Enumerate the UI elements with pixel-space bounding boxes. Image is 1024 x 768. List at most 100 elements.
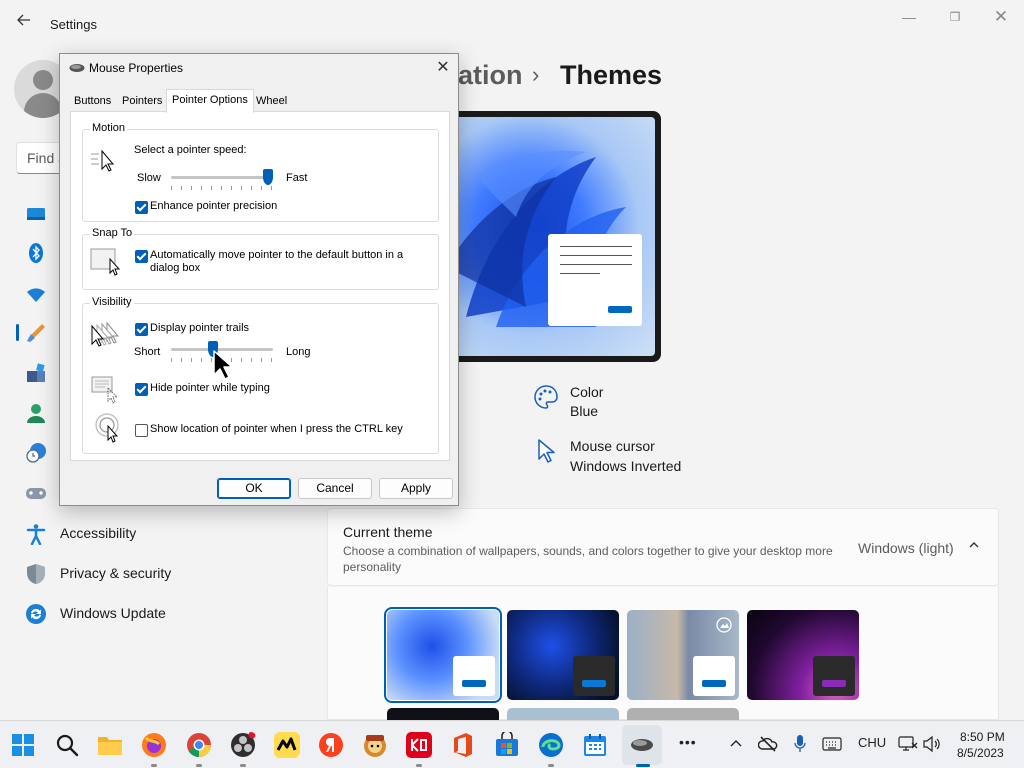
sidebar-item-privacy[interactable]: Privacy & security [16,556,316,592]
color-label[interactable]: Color [570,384,603,400]
running-indicator [240,764,246,767]
sidebar-item-windows-update[interactable]: Windows Update [16,596,316,632]
dialog-title: Mouse Properties [89,61,184,75]
time-language-icon[interactable] [25,442,47,464]
show-location-checkbox[interactable] [135,424,148,437]
tab-wheel[interactable]: Wheel [252,92,291,112]
theme-tile-accent [702,680,726,687]
color-value: Blue [570,403,599,419]
running-indicator [196,764,202,767]
cancel-button[interactable]: Cancel [298,478,372,499]
snap-to-group-title: Snap To [90,227,135,239]
speed-slider-track[interactable] [171,176,273,179]
short-label: Short [134,346,161,358]
apps-icon[interactable] [25,362,47,384]
maximize-button[interactable]: ❐ [932,6,978,28]
system-icon[interactable] [25,204,47,226]
file-explorer-icon[interactable] [97,732,123,758]
calendar-icon[interactable] [582,732,608,758]
volume-icon[interactable] [922,735,942,753]
gaming-icon[interactable] [25,482,47,504]
chevron-up-icon[interactable] [728,736,744,752]
theme-tile-windows-light[interactable] [384,607,502,703]
active-indicator [636,764,650,767]
wifi-icon[interactable] [25,283,47,305]
personalization-icon[interactable] [25,322,47,344]
dialog-close-button[interactable]: ✕ [432,57,454,79]
game-icon[interactable] [362,732,388,758]
onedrive-offline-icon[interactable] [758,735,778,753]
firefox-icon[interactable] [141,732,167,758]
running-indicator [151,764,157,767]
yandex-browser-icon[interactable] [318,732,344,758]
breadcrumb-previous[interactable]: ation [458,60,523,91]
sidebar-item-accessibility[interactable]: Accessibility [16,516,316,552]
search-icon[interactable] [54,732,80,758]
palette-icon [534,385,558,409]
accounts-icon[interactable] [25,402,47,424]
shield-icon [27,564,45,584]
ok-button[interactable]: OK [217,478,291,499]
start-icon[interactable] [10,732,36,758]
running-indicator [548,764,554,767]
current-theme-card[interactable]: Current theme Choose a combination of wa… [327,508,999,586]
preview-line [560,273,600,274]
tab-buttons[interactable]: Buttons [70,92,115,112]
enhance-precision-label[interactable]: Enhance pointer precision [150,200,277,212]
apply-button[interactable]: Apply [379,478,453,499]
show-location-label[interactable]: Show location of pointer when I press th… [150,423,403,435]
update-icon [26,604,46,624]
tab-pointers[interactable]: Pointers [118,92,166,112]
speed-slider-thumb[interactable] [263,169,273,185]
back-button[interactable] [12,12,36,36]
pointer-trails-label[interactable]: Display pointer trails [150,322,249,334]
motion-group-title: Motion [90,122,128,134]
snap-to-group: Snap To Automatically move pointer to th… [82,227,439,290]
theme-tile-glow[interactable] [627,610,739,700]
more-icon[interactable]: ••• [679,734,697,750]
snap-to-label[interactable]: Automatically move pointer to the defaul… [150,249,420,275]
keyboard-icon[interactable] [822,736,842,752]
clock-date[interactable]: 8/5/2023 [957,746,1004,760]
mouse-cursor-label[interactable]: Mouse cursor [570,438,655,454]
chrome-icon[interactable] [186,732,212,758]
current-theme-value: Windows (light) [858,540,954,556]
hide-pointer-icon [91,376,119,404]
enhance-precision-checkbox[interactable] [135,201,148,214]
avatar-shoulders [24,93,62,118]
clock-time[interactable]: 8:50 PM [960,730,1005,744]
microphone-icon[interactable] [793,734,807,754]
taskbar: ••• CHU 8:50 PM 8/5/2023 [0,720,1024,768]
current-theme-title: Current theme [343,524,433,540]
mouse-properties-dialog: Mouse Properties ✕ Buttons Pointers Poin… [59,53,459,506]
sidebar-item-label: Accessibility [60,525,137,541]
close-button[interactable]: ✕ [978,6,1024,28]
tab-pointer-options[interactable]: Pointer Options [166,89,254,113]
mouse-cursor-icon [538,439,555,463]
snap-to-icon [90,248,121,276]
network-icon[interactable] [898,735,918,753]
hide-pointer-checkbox[interactable] [135,383,148,396]
theme-tile-windows-dark[interactable] [507,610,619,700]
hide-pointer-label[interactable]: Hide pointer while typing [150,382,270,394]
tab-panel: Motion Select a pointer speed: Slow Fast… [70,111,450,461]
office-icon[interactable] [450,732,476,758]
chevron-up-icon[interactable] [968,539,980,551]
store-icon[interactable] [494,732,520,758]
theme-tile-captured-motion[interactable] [747,610,859,700]
bluetooth-icon[interactable] [25,242,47,264]
mouse-settings-icon[interactable] [629,732,655,758]
slideshow-icon [716,617,732,633]
language-indicator[interactable]: CHU [858,735,886,750]
theme-tile-badge [453,656,495,696]
kaspersky-icon[interactable] [406,732,432,758]
theme-tile-badge [813,656,855,696]
yandex-music-icon[interactable] [274,732,300,758]
accessibility-icon [26,524,46,545]
obs-icon[interactable] [230,732,256,758]
minimize-button[interactable]: — [886,6,932,28]
pointer-trails-checkbox[interactable] [135,323,148,336]
mouse-icon [69,64,85,72]
snap-to-checkbox[interactable] [135,250,148,263]
edge-icon[interactable] [538,732,564,758]
